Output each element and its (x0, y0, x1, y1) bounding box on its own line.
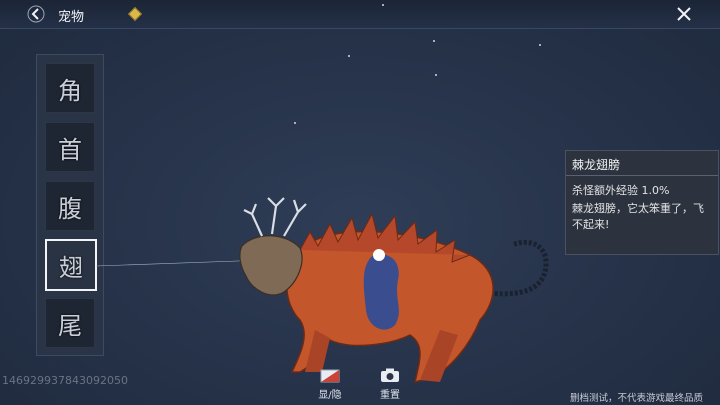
toggle-visibility-button[interactable]: 显/隐 (310, 368, 350, 402)
toggle-visibility-icon (320, 369, 340, 383)
part-info-panel: 棘龙翅膀 杀怪额外经验 1.0% 棘龙翅膀，它太笨重了，飞不起来! (565, 150, 719, 255)
creature-wing-stripe (363, 254, 399, 330)
divider (566, 175, 718, 176)
camera-icon (381, 368, 399, 382)
part-name: 棘龙翅膀 (572, 158, 621, 172)
reset-camera-button[interactable]: 重置 (370, 368, 410, 402)
reset-camera-label: 重置 (380, 390, 400, 401)
selected-part-marker (373, 249, 385, 261)
creature-antlers (243, 197, 307, 237)
part-bonus: 杀怪额外经验 1.0% (572, 184, 670, 197)
test-disclaimer: 删档测试，不代表游戏最终品质 (570, 393, 704, 404)
player-id: 146929937843092050 (2, 374, 128, 387)
toggle-visibility-label: 显/隐 (318, 390, 342, 401)
part-description: 棘龙翅膀，它太笨重了，飞不起来! (572, 202, 704, 231)
